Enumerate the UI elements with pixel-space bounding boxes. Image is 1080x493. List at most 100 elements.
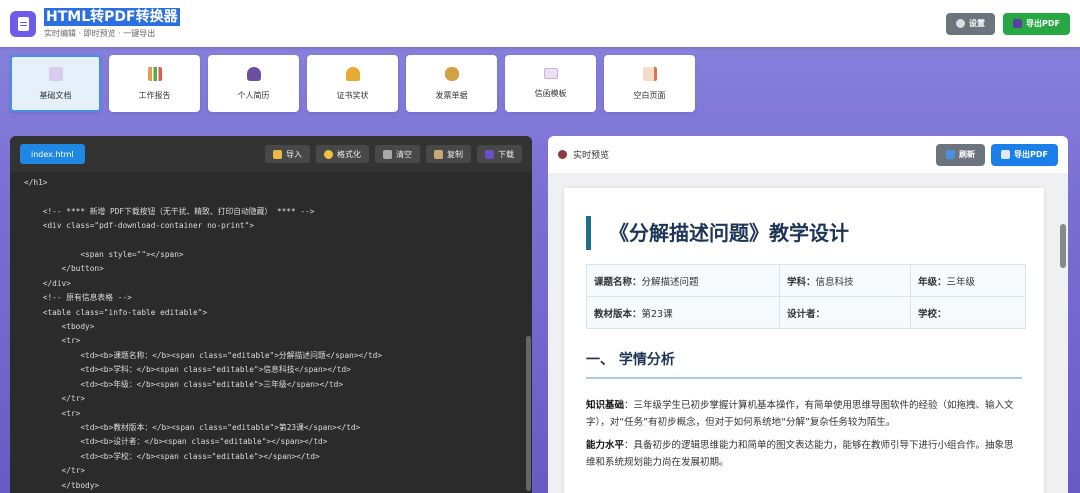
document-icon (1001, 150, 1011, 159)
format-button[interactable]: 格式化 (316, 145, 369, 163)
template-resume[interactable]: 个人简历 (208, 55, 299, 112)
document-icon (48, 66, 63, 81)
info-key: 学校： (918, 308, 947, 320)
settings-button[interactable]: 设置 (946, 12, 996, 35)
preview-title: 实时预览 (573, 151, 610, 161)
info-key: 课题名称： (594, 276, 642, 288)
template-label: 基础文档 (39, 90, 72, 100)
info-cell: 教材版本：第23课 (586, 296, 780, 329)
preview-toolbar: 实时预览 刷新 导出PDF (548, 136, 1068, 174)
info-cell: 学科：信息科技 (779, 264, 911, 297)
folder-icon (273, 149, 282, 159)
export-pdf-button[interactable]: 导出PDF (1003, 12, 1070, 35)
clear-button[interactable]: 清空 (375, 145, 420, 163)
gear-icon (956, 19, 966, 28)
template-basic-document[interactable]: 基础文档 (10, 55, 101, 112)
clipboard-icon (434, 149, 443, 159)
code-line: <td><b>年级：</b><span class="editable">三年级… (24, 379, 344, 389)
info-key: 设计者： (787, 308, 826, 320)
refresh-icon (946, 150, 956, 159)
info-cell: 年级：三年级 (910, 264, 1026, 297)
app-subtitle: 实时编辑 · 即时预览 · 一键导出 (44, 29, 156, 38)
template-bar: 基础文档 工作报告 个人简历 证书奖状 发票单据 信函模板 空白页面 (10, 55, 695, 112)
template-label: 空白页面 (633, 90, 666, 100)
info-key: 年级： (918, 276, 947, 288)
code-line: </tbody> (24, 480, 100, 490)
info-key: 学科： (787, 276, 816, 288)
code-line: <tbody> (24, 322, 95, 332)
envelope-icon (543, 68, 558, 79)
editor-file-tab[interactable]: index.html (20, 144, 85, 164)
preview-document: 《分解描述问题》教学设计 课题名称：分解描述问题 学科：信息科技 年级：三年级 … (564, 188, 1044, 493)
money-bag-icon (444, 66, 459, 81)
code-line: <td><b>设计者：</b><span class="editable"></… (24, 437, 328, 447)
template-work-report[interactable]: 工作报告 (109, 55, 200, 112)
template-invoice[interactable]: 发票单据 (406, 55, 497, 112)
eye-icon (558, 150, 567, 159)
paragraph-key: 知识基础 (586, 400, 625, 411)
download-button[interactable]: 下载 (477, 145, 522, 163)
copy-button[interactable]: 复制 (426, 145, 471, 163)
section-heading: 一、 学情分析 (586, 349, 1022, 379)
preview-scrollbar[interactable] (1060, 224, 1066, 268)
template-label: 证书奖状 (336, 90, 369, 100)
sparkles-icon (324, 149, 333, 159)
paragraph-key: 能力水平 (586, 440, 625, 451)
trophy-icon (345, 66, 360, 81)
info-table: 课题名称：分解描述问题 学科：信息科技 年级：三年级 教材版本：第23课 设计者… (586, 264, 1026, 329)
code-line: <tr> (24, 336, 81, 346)
info-value: 第23课 (641, 308, 673, 320)
copy-label: 复制 (447, 149, 463, 159)
template-label: 工作报告 (138, 90, 171, 100)
download-label: 下载 (498, 149, 514, 159)
export-pdf-label: 导出PDF (1026, 19, 1060, 28)
import-label: 导入 (286, 149, 302, 159)
app-logo-icon (10, 10, 36, 37)
info-value: 三年级 (946, 276, 976, 288)
code-line: <tr> (24, 408, 81, 418)
bar-chart-icon (147, 66, 162, 81)
preview-panel: 实时预览 刷新 导出PDF 《分解描述问题》教学设计 课题名称：分解描述问题 学… (548, 136, 1068, 493)
refresh-button[interactable]: 刷新 (936, 143, 986, 166)
clear-label: 清空 (396, 149, 412, 159)
info-cell: 设计者： (779, 296, 911, 329)
code-line: <td><b>学科：</b><span class="editable">信息科… (24, 365, 351, 375)
document-title: 《分解描述问题》教学设计 (586, 216, 1022, 250)
editor-scrollbar[interactable] (526, 336, 531, 491)
template-certificate[interactable]: 证书奖状 (307, 55, 398, 112)
floppy-icon (1013, 19, 1023, 28)
template-blank-page[interactable]: 空白页面 (604, 55, 695, 112)
info-cell: 课题名称：分解描述问题 (586, 264, 780, 297)
import-button[interactable]: 导入 (265, 145, 310, 163)
paragraph-knowledge: 知识基础：三年级学生已初步掌握计算机基本操作，有简单使用思维导图软件的经验（如拖… (586, 397, 1022, 431)
code-editor-panel: index.html 导入 格式化 清空 复制 下载 </h1> <!-- **… (10, 136, 532, 493)
code-line: <!-- **** 新增 PDF下载按钮（无干扰、精致、打印自动隐藏） ****… (24, 206, 315, 216)
code-line: </h1> (24, 178, 48, 187)
code-line: <span style=""></span> (24, 250, 184, 260)
paragraph-ability: 能力水平：具备初步的逻辑思维能力和简单的图文表达能力，能够在教师引导下进行小组合… (586, 437, 1022, 471)
code-line: <td><b>学校：</b><span class="editable"></s… (24, 451, 320, 461)
editor-toolbar: index.html 导入 格式化 清空 复制 下载 (10, 136, 532, 172)
info-value: 分解描述问题 (641, 276, 699, 288)
paragraph-text: ：三年级学生已初步掌握计算机基本操作，有简单使用思维导图软件的经验（如拖拽、输入… (586, 400, 1014, 428)
code-line: <td><b>课题名称：</b><span class="editable">分… (24, 350, 383, 360)
memo-icon (642, 66, 657, 81)
preview-export-pdf-button[interactable]: 导出PDF (991, 143, 1058, 166)
format-label: 格式化 (337, 149, 361, 159)
code-line: </tr> (24, 394, 86, 404)
info-value: 信息科技 (815, 276, 854, 288)
code-textarea[interactable]: </h1> <!-- **** 新增 PDF下载按钮（无干扰、精致、打印自动隐藏… (10, 172, 532, 493)
code-line: </tr> (24, 466, 86, 476)
app-title: HTML转PDF转换器 (44, 8, 180, 26)
code-line: <div class="pdf-download-container no-pr… (24, 221, 255, 231)
app-header: HTML转PDF转换器 实时编辑 · 即时预览 · 一键导出 设置 导出PDF (0, 0, 1080, 47)
code-line: </button> (24, 264, 104, 274)
template-label: 发票单据 (435, 90, 468, 100)
preview-export-label: 导出PDF (1014, 150, 1048, 159)
code-line: </div> (24, 278, 71, 288)
info-cell: 学校： (910, 296, 1026, 329)
code-line: <!-- 原有信息表格 --> (24, 293, 132, 303)
preview-viewport: 《分解描述问题》教学设计 课题名称：分解描述问题 学科：信息科技 年级：三年级 … (548, 174, 1068, 493)
template-letter[interactable]: 信函模板 (505, 55, 596, 112)
info-key: 教材版本： (594, 308, 642, 320)
